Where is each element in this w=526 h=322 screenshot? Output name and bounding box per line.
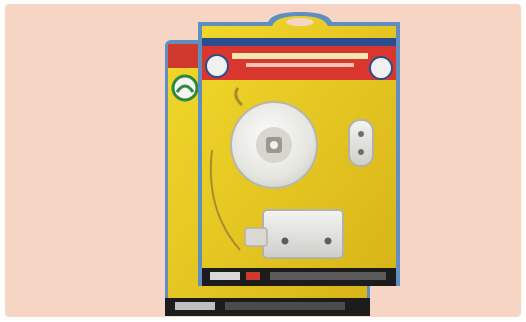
front-package-card (198, 12, 400, 286)
product-photo (165, 12, 400, 316)
round-anode (230, 101, 318, 189)
brand-badge-icon (205, 54, 229, 78)
hang-hole (286, 18, 314, 26)
badge-icon (369, 56, 393, 80)
small-anode (348, 119, 374, 167)
photo-frame (0, 0, 526, 322)
